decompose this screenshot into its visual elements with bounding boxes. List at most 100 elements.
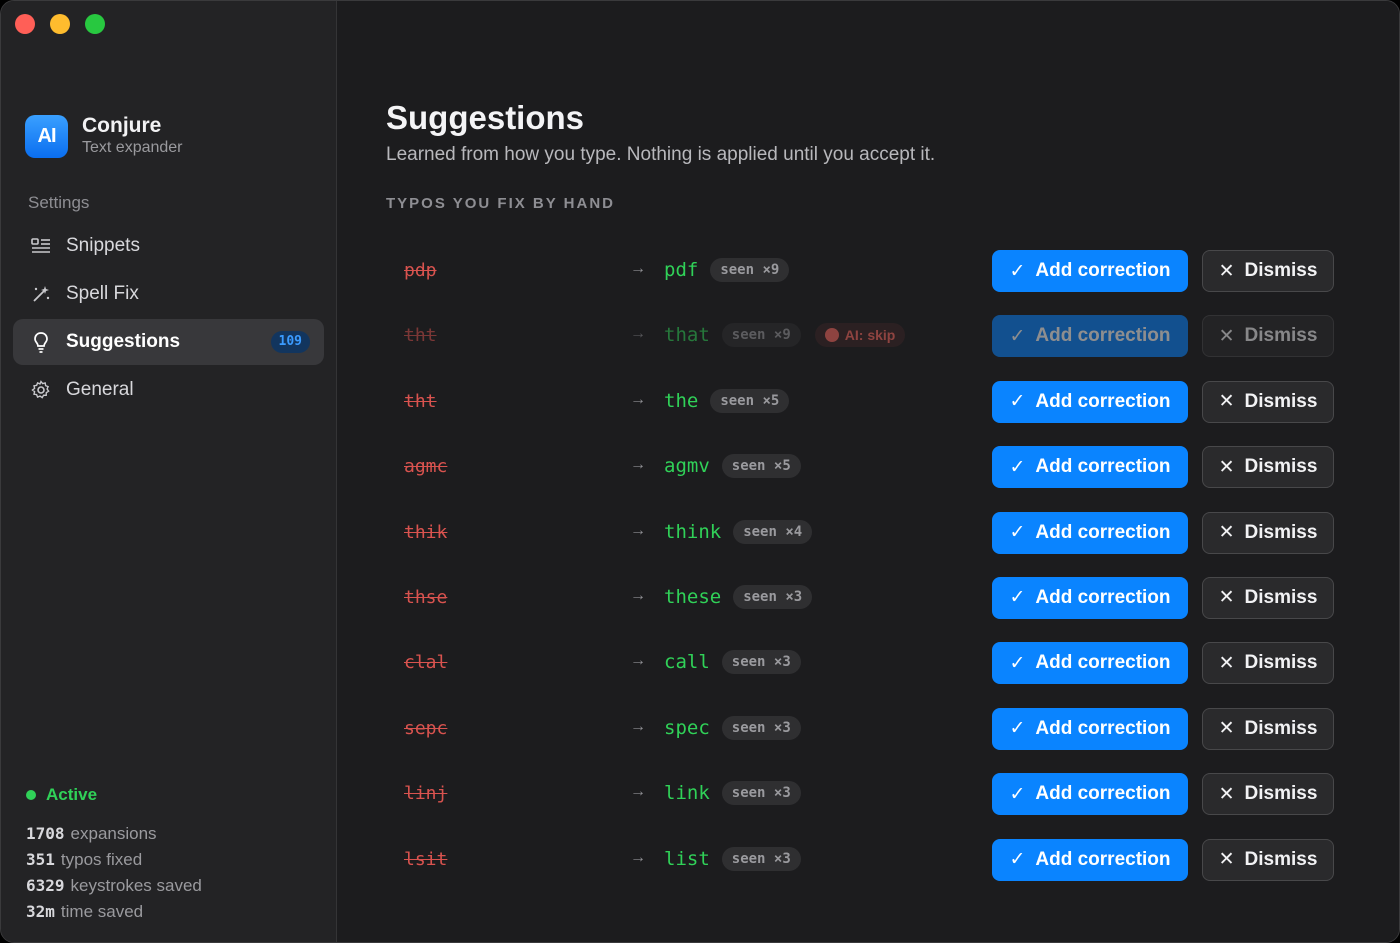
stat-expansions: 1708 expansions [26,821,202,847]
stat-label: typos fixed [60,850,143,869]
correction-text: list [664,847,710,870]
status-text: Active [46,785,98,804]
dismiss-button[interactable]: ✕ Dismiss [1202,511,1334,554]
app-brand: AΙ Conjure Text expander [25,114,183,158]
seen-count-badge: seen ×3 [721,715,801,740]
arrow-right-icon: → [630,586,646,604]
sidebar-item-label: Spell Fix [66,283,139,304]
dismiss-button[interactable]: ✕ Dismiss [1202,250,1334,292]
typo-text: clal [404,652,448,674]
suggestion-row: lsit → list seen ×3 ✓ Add correction ✕ Dismiss [386,827,1346,892]
snippets-icon [30,235,52,257]
suggestions-list: pdp → pdf seen ×9 ✓ Add correction ✕ Dismiss tht… [386,238,1346,892]
close-icon: ✕ [1218,652,1235,674]
app-subtitle: Text expander [82,139,183,156]
suggestion-row: thik → think seen ×4 ✓ Add correction ✕ Dismiss [386,500,1346,565]
checkmark-icon: ✓ [1009,718,1026,740]
app-logo-icon: AΙ [25,114,68,158]
seen-count-badge: seen ×9 [710,258,790,282]
zoom-window-button[interactable] [85,14,105,34]
checkmark-icon: ✓ [1009,849,1026,871]
add-correction-button[interactable]: ✓ Add correction [992,446,1188,489]
dismiss-label: Dismiss [1244,325,1318,347]
arrow-right-icon: → [630,325,646,343]
dismiss-label: Dismiss [1244,521,1318,543]
dismiss-label: Dismiss [1244,783,1318,805]
arrow-right-icon: → [630,783,646,801]
add-correction-button[interactable]: ✓ Add correction [992,511,1188,554]
checkmark-icon: ✓ [1009,391,1026,413]
status-indicator: Active [26,785,202,805]
minimize-window-button[interactable] [50,14,70,34]
add-correction-button[interactable]: ✓ Add correction [992,838,1188,881]
sidebar-item-general[interactable]: General [13,367,324,413]
correction-text: pdf [664,259,699,281]
add-correction-label: Add correction [1035,848,1171,870]
arrow-right-icon: → [630,456,646,474]
stat-keystrokes-saved: 6329 keystrokes saved [26,873,202,899]
ai-skip-icon [824,328,839,343]
sidebar-item-spell-fix[interactable]: Spell Fix [13,271,324,317]
section-heading: TYPOS YOU FIX BY HAND [386,195,615,212]
add-correction-button[interactable]: ✓ Add correction [992,576,1188,619]
add-correction-label: Add correction [1035,717,1171,739]
status-panel: Active 1708 expansions 351 typos fixed 632… [26,785,202,925]
suggestions-count-badge: 109 [270,331,310,353]
correction-group: link seen ×3 [664,781,801,806]
sidebar-nav: Snippets Spell Fix Suggestions 109 Gener… [13,223,324,415]
stat-value: 1708 [26,824,65,843]
typo-text: pdp [404,260,437,281]
sidebar-item-snippets[interactable]: Snippets [13,223,324,269]
correction-text: link [664,782,710,805]
wand-icon [30,283,52,305]
add-correction-button[interactable]: ✓ Add correction [992,380,1188,423]
add-correction-button[interactable]: ✓ Add correction [992,773,1188,816]
close-icon: ✕ [1218,522,1235,544]
add-correction-label: Add correction [1035,521,1171,543]
correction-text: think [664,520,722,543]
seen-count-badge: seen ×5 [710,388,790,413]
add-correction-button[interactable]: ✓ Add correction [992,315,1188,358]
correction-group: that seen ×9 AI: skip [664,323,906,348]
arrow-right-icon: → [630,717,646,735]
lightbulb-icon [30,331,52,353]
page-title: Suggestions [386,99,585,136]
close-icon: ✕ [1218,456,1235,478]
add-correction-button[interactable]: ✓ Add correction [992,707,1188,750]
dismiss-button[interactable]: ✕ Dismiss [1202,576,1334,619]
close-window-button[interactable] [15,14,35,34]
app-name: Conjure [82,114,162,137]
sidebar-item-label: Suggestions [66,331,181,352]
dismiss-button[interactable]: ✕ Dismiss [1202,773,1334,816]
dismiss-button[interactable]: ✕ Dismiss [1202,315,1334,358]
dismiss-button[interactable]: ✕ Dismiss [1202,707,1334,750]
close-icon: ✕ [1218,587,1235,609]
suggestion-row: pdp → pdf seen ×9 ✓ Add correction ✕ Dismiss [386,238,1346,303]
sidebar-item-suggestions[interactable]: Suggestions 109 [13,319,324,365]
dismiss-label: Dismiss [1244,652,1318,674]
dismiss-button[interactable]: ✕ Dismiss [1202,446,1334,489]
add-correction-label: Add correction [1035,456,1171,478]
add-correction-label: Add correction [1035,783,1171,805]
checkmark-icon: ✓ [1009,587,1026,609]
stat-label: keystrokes saved [70,876,202,895]
dismiss-label: Dismiss [1244,717,1318,739]
correction-text: agmv [664,455,710,478]
add-correction-button[interactable]: ✓ Add correction [992,642,1188,685]
add-correction-button[interactable]: ✓ Add correction [992,250,1188,292]
close-icon: ✕ [1218,849,1235,871]
dismiss-button[interactable]: ✕ Dismiss [1202,838,1334,881]
correction-group: list seen ×3 [664,846,801,871]
checkmark-icon: ✓ [1009,325,1026,347]
arrow-right-icon: → [630,521,646,539]
app-window: AΙ Conjure Text expander Settings Snippe… [0,0,1400,943]
add-correction-label: Add correction [1035,390,1171,412]
ai-skip-label: AI: skip [844,327,896,344]
ai-skip-badge: AI: skip [814,323,906,348]
close-icon: ✕ [1218,260,1235,282]
settings-section-label: Settings [28,193,90,212]
dismiss-button[interactable]: ✕ Dismiss [1202,380,1334,423]
dismiss-button[interactable]: ✕ Dismiss [1202,642,1334,685]
typo-text: thse [404,586,448,608]
typo-text: linj [404,783,448,805]
